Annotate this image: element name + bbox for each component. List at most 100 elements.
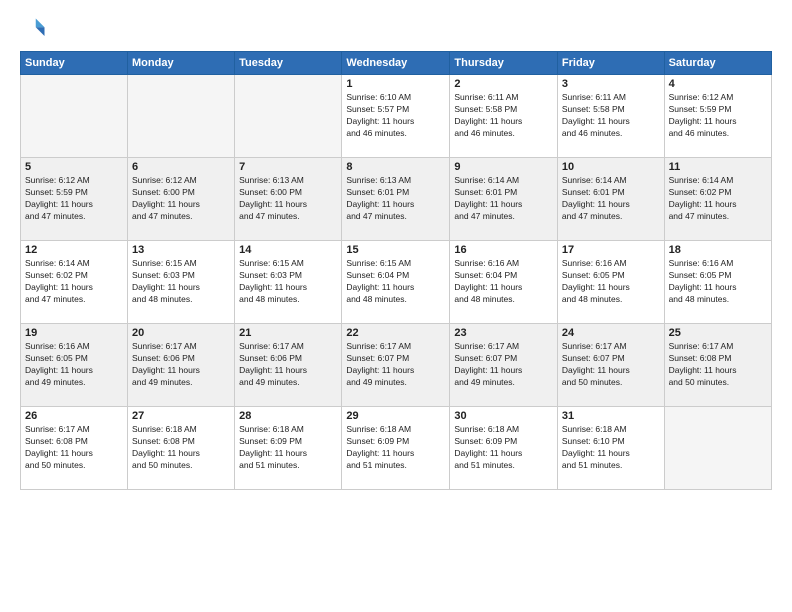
calendar-day-cell xyxy=(21,75,128,158)
calendar-day-cell: 1 Sunrise: 6:10 AM Sunset: 5:57 PM Daylig… xyxy=(342,75,450,158)
calendar-day-cell: 19 Sunrise: 6:16 AM Sunset: 6:05 PM Dayli… xyxy=(21,324,128,407)
calendar-day-cell xyxy=(664,407,771,490)
weekday-header-cell: Sunday xyxy=(21,52,128,75)
day-info: Sunrise: 6:18 AM Sunset: 6:09 PM Dayligh… xyxy=(454,424,553,472)
calendar-day-cell: 25Sunrise: 6:17 AM Sunset: 6:08 PM Dayli… xyxy=(664,324,771,407)
calendar-day-cell: 24Sunrise: 6:17 AM Sunset: 6:07 PM Dayli… xyxy=(557,324,664,407)
day-info: Sunrise: 6:10 AM Sunset: 5:57 PM Dayligh… xyxy=(346,92,445,140)
calendar-day-cell: 29 Sunrise: 6:18 AM Sunset: 6:09 PM Dayli… xyxy=(342,407,450,490)
day-number: 19 xyxy=(25,327,123,339)
day-info: Sunrise: 6:12 AM Sunset: 5:59 PM Dayligh… xyxy=(669,92,767,140)
day-info: Sunrise: 6:11 AM Sunset: 5:58 PM Dayligh… xyxy=(454,92,553,140)
day-info: Sunrise: 6:16 AM Sunset: 6:05 PM Dayligh… xyxy=(562,258,660,306)
logo-icon xyxy=(20,15,48,43)
calendar-day-cell: 7 Sunrise: 6:13 AM Sunset: 6:00 PM Daylig… xyxy=(235,158,342,241)
calendar-day-cell: 2 Sunrise: 6:11 AM Sunset: 5:58 PM Daylig… xyxy=(450,75,558,158)
calendar-day-cell: 28 Sunrise: 6:18 AM Sunset: 6:09 PM Dayli… xyxy=(235,407,342,490)
calendar-day-cell: 30 Sunrise: 6:18 AM Sunset: 6:09 PM Dayli… xyxy=(450,407,558,490)
day-info: Sunrise: 6:17 AM Sunset: 6:07 PM Dayligh… xyxy=(562,341,660,389)
day-number: 31 xyxy=(562,410,660,422)
day-info: Sunrise: 6:12 AM Sunset: 6:00 PM Dayligh… xyxy=(132,175,230,223)
day-info: Sunrise: 6:15 AM Sunset: 6:04 PM Dayligh… xyxy=(346,258,445,306)
day-number: 13 xyxy=(132,244,230,256)
day-number: 27 xyxy=(132,410,230,422)
calendar-day-cell: 18 Sunrise: 6:16 AM Sunset: 6:05 PM Dayli… xyxy=(664,241,771,324)
day-number: 23 xyxy=(454,327,553,339)
weekday-header-cell: Wednesday xyxy=(342,52,450,75)
day-info: Sunrise: 6:17 AM Sunset: 6:08 PM Dayligh… xyxy=(25,424,123,472)
calendar-week-row: 5Sunrise: 6:12 AM Sunset: 5:59 PM Daylig… xyxy=(21,158,772,241)
calendar-day-cell: 14Sunrise: 6:15 AM Sunset: 6:03 PM Dayli… xyxy=(235,241,342,324)
day-info: Sunrise: 6:18 AM Sunset: 6:10 PM Dayligh… xyxy=(562,424,660,472)
calendar-day-cell: 23 Sunrise: 6:17 AM Sunset: 6:07 PM Dayli… xyxy=(450,324,558,407)
calendar-day-cell: 12Sunrise: 6:14 AM Sunset: 6:02 PM Dayli… xyxy=(21,241,128,324)
calendar-day-cell: 4 Sunrise: 6:12 AM Sunset: 5:59 PM Daylig… xyxy=(664,75,771,158)
day-info: Sunrise: 6:15 AM Sunset: 6:03 PM Dayligh… xyxy=(132,258,230,306)
day-info: Sunrise: 6:14 AM Sunset: 6:01 PM Dayligh… xyxy=(454,175,553,223)
day-number: 26 xyxy=(25,410,123,422)
day-info: Sunrise: 6:16 AM Sunset: 6:05 PM Dayligh… xyxy=(669,258,767,306)
calendar-day-cell: 13 Sunrise: 6:15 AM Sunset: 6:03 PM Dayli… xyxy=(128,241,235,324)
day-number: 4 xyxy=(669,78,767,90)
day-number: 20 xyxy=(132,327,230,339)
calendar-day-cell: 21Sunrise: 6:17 AM Sunset: 6:06 PM Dayli… xyxy=(235,324,342,407)
day-info: Sunrise: 6:17 AM Sunset: 6:07 PM Dayligh… xyxy=(346,341,445,389)
day-info: Sunrise: 6:18 AM Sunset: 6:09 PM Dayligh… xyxy=(239,424,337,472)
day-number: 10 xyxy=(562,161,660,173)
day-number: 11 xyxy=(669,161,767,173)
calendar-day-cell: 5Sunrise: 6:12 AM Sunset: 5:59 PM Daylig… xyxy=(21,158,128,241)
day-number: 8 xyxy=(346,161,445,173)
day-info: Sunrise: 6:17 AM Sunset: 6:06 PM Dayligh… xyxy=(132,341,230,389)
day-number: 18 xyxy=(669,244,767,256)
day-number: 7 xyxy=(239,161,337,173)
calendar-week-row: 12Sunrise: 6:14 AM Sunset: 6:02 PM Dayli… xyxy=(21,241,772,324)
calendar-day-cell: 10 Sunrise: 6:14 AM Sunset: 6:01 PM Dayli… xyxy=(557,158,664,241)
calendar-day-cell: 3 Sunrise: 6:11 AM Sunset: 5:58 PM Daylig… xyxy=(557,75,664,158)
weekday-header-cell: Thursday xyxy=(450,52,558,75)
calendar-day-cell: 9 Sunrise: 6:14 AM Sunset: 6:01 PM Daylig… xyxy=(450,158,558,241)
day-number: 6 xyxy=(132,161,230,173)
day-info: Sunrise: 6:12 AM Sunset: 5:59 PM Dayligh… xyxy=(25,175,123,223)
weekday-header-row: SundayMondayTuesdayWednesdayThursdayFrid… xyxy=(21,52,772,75)
day-info: Sunrise: 6:13 AM Sunset: 6:00 PM Dayligh… xyxy=(239,175,337,223)
day-number: 2 xyxy=(454,78,553,90)
calendar-day-cell: 8Sunrise: 6:13 AM Sunset: 6:01 PM Daylig… xyxy=(342,158,450,241)
page: SundayMondayTuesdayWednesdayThursdayFrid… xyxy=(0,0,792,612)
calendar-day-cell: 15 Sunrise: 6:15 AM Sunset: 6:04 PM Dayli… xyxy=(342,241,450,324)
day-number: 16 xyxy=(454,244,553,256)
calendar-week-row: 1 Sunrise: 6:10 AM Sunset: 5:57 PM Daylig… xyxy=(21,75,772,158)
weekday-header-cell: Friday xyxy=(557,52,664,75)
calendar-body: 1 Sunrise: 6:10 AM Sunset: 5:57 PM Daylig… xyxy=(21,75,772,490)
calendar-day-cell: 31 Sunrise: 6:18 AM Sunset: 6:10 PM Dayli… xyxy=(557,407,664,490)
weekday-header-cell: Saturday xyxy=(664,52,771,75)
calendar-day-cell: 22 Sunrise: 6:17 AM Sunset: 6:07 PM Dayli… xyxy=(342,324,450,407)
logo xyxy=(20,15,52,43)
calendar-week-row: 26 Sunrise: 6:17 AM Sunset: 6:08 PM Dayli… xyxy=(21,407,772,490)
day-number: 22 xyxy=(346,327,445,339)
day-number: 29 xyxy=(346,410,445,422)
calendar-day-cell: 11 Sunrise: 6:14 AM Sunset: 6:02 PM Dayli… xyxy=(664,158,771,241)
day-info: Sunrise: 6:17 AM Sunset: 6:08 PM Dayligh… xyxy=(669,341,767,389)
day-info: Sunrise: 6:14 AM Sunset: 6:01 PM Dayligh… xyxy=(562,175,660,223)
day-number: 28 xyxy=(239,410,337,422)
day-number: 30 xyxy=(454,410,553,422)
day-number: 21 xyxy=(239,327,337,339)
day-info: Sunrise: 6:16 AM Sunset: 6:05 PM Dayligh… xyxy=(25,341,123,389)
day-number: 3 xyxy=(562,78,660,90)
header xyxy=(20,15,772,43)
day-info: Sunrise: 6:18 AM Sunset: 6:09 PM Dayligh… xyxy=(346,424,445,472)
day-number: 14 xyxy=(239,244,337,256)
weekday-header-cell: Tuesday xyxy=(235,52,342,75)
calendar-day-cell: 6 Sunrise: 6:12 AM Sunset: 6:00 PM Daylig… xyxy=(128,158,235,241)
day-number: 12 xyxy=(25,244,123,256)
day-info: Sunrise: 6:14 AM Sunset: 6:02 PM Dayligh… xyxy=(669,175,767,223)
day-number: 15 xyxy=(346,244,445,256)
day-number: 9 xyxy=(454,161,553,173)
calendar-header: SundayMondayTuesdayWednesdayThursdayFrid… xyxy=(21,52,772,75)
calendar-table: SundayMondayTuesdayWednesdayThursdayFrid… xyxy=(20,51,772,490)
day-number: 1 xyxy=(346,78,445,90)
day-info: Sunrise: 6:17 AM Sunset: 6:07 PM Dayligh… xyxy=(454,341,553,389)
calendar-day-cell: 17Sunrise: 6:16 AM Sunset: 6:05 PM Dayli… xyxy=(557,241,664,324)
day-info: Sunrise: 6:11 AM Sunset: 5:58 PM Dayligh… xyxy=(562,92,660,140)
calendar-day-cell xyxy=(128,75,235,158)
